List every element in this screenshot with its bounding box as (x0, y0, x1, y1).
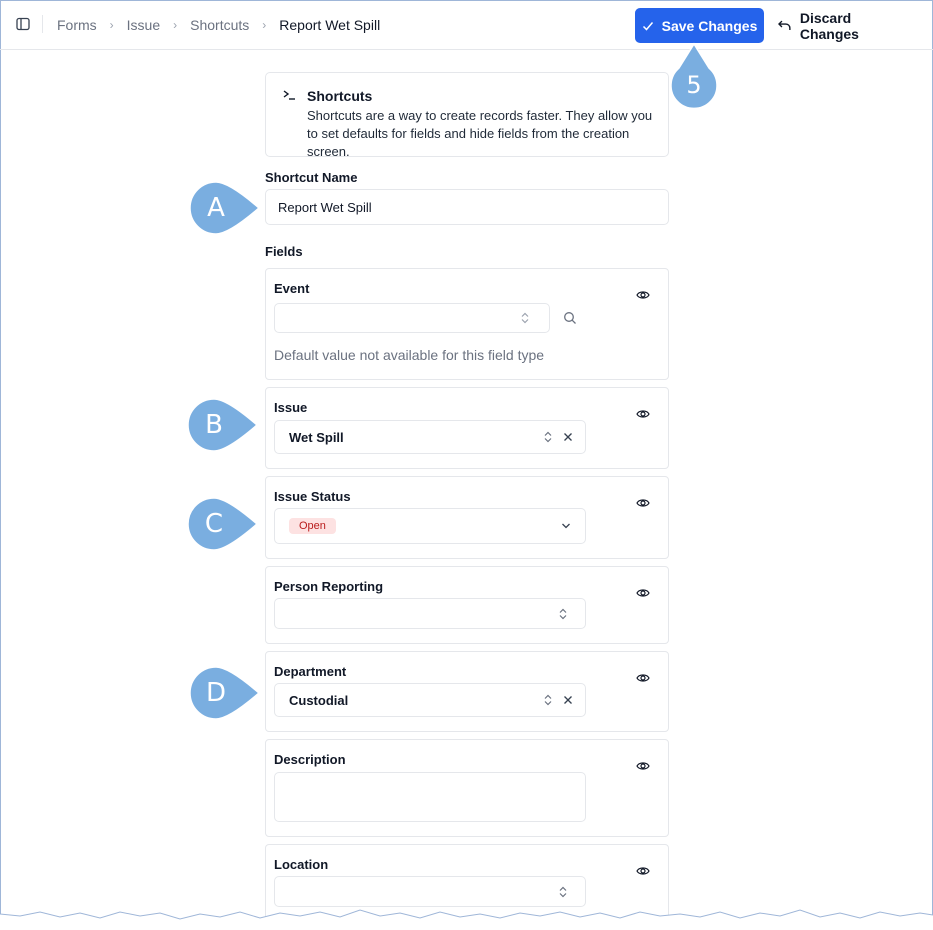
search-icon[interactable] (563, 311, 577, 325)
description-textarea[interactable] (274, 772, 586, 822)
breadcrumb-current: Report Wet Spill (279, 17, 381, 33)
breadcrumb-issue[interactable]: Issue (127, 17, 160, 33)
sort-icon (542, 431, 554, 443)
field-card-description: Description (265, 739, 669, 837)
callout-a: A (189, 181, 261, 235)
clear-icon[interactable] (562, 431, 574, 443)
chevron-right-icon: › (173, 18, 178, 32)
field-card-event: Event Default value not available for th… (265, 268, 669, 380)
fields-label: Fields (265, 244, 303, 259)
field-card-department: Department Custodial (265, 651, 669, 732)
shortcut-name-label: Shortcut Name (265, 170, 358, 185)
info-title: Shortcuts (307, 88, 373, 104)
eye-icon[interactable] (636, 586, 650, 600)
terminal-icon (283, 90, 295, 100)
sort-icon (557, 886, 569, 898)
person-reporting-select[interactable] (274, 598, 586, 629)
field-label: Location (274, 857, 329, 872)
breadcrumb: Forms › Issue › Shortcuts › Report Wet S… (57, 17, 380, 33)
field-card-issue: Issue Wet Spill (265, 387, 669, 469)
eye-icon[interactable] (636, 759, 650, 773)
divider (42, 15, 43, 33)
check-icon (642, 21, 653, 31)
field-label: Issue (274, 400, 308, 415)
chevron-down-icon (560, 520, 572, 532)
field-label: Department (274, 664, 347, 679)
save-changes-button[interactable]: Save Changes (635, 8, 764, 43)
issue-select[interactable]: Wet Spill (274, 420, 586, 454)
callout-label: D (205, 678, 227, 708)
field-label: Event (274, 281, 310, 296)
chevron-right-icon: › (262, 18, 267, 32)
sort-icon (557, 608, 569, 620)
step-callout-label: 5 (686, 71, 702, 99)
eye-icon[interactable] (636, 496, 650, 510)
issue-status-select[interactable]: Open (274, 508, 586, 544)
field-label: Issue Status (274, 489, 351, 504)
department-select[interactable]: Custodial (274, 683, 586, 717)
top-bar: Forms › Issue › Shortcuts › Report Wet S… (0, 0, 933, 50)
sort-icon (519, 312, 531, 324)
save-changes-label: Save Changes (661, 17, 758, 34)
field-label: Description (274, 752, 346, 767)
field-card-person-reporting: Person Reporting (265, 566, 669, 644)
callout-b: B (187, 398, 259, 452)
field-note: Default value not available for this fie… (274, 347, 545, 363)
breadcrumb-forms[interactable]: Forms (57, 17, 97, 33)
info-text: Shortcuts are a way to create records fa… (307, 108, 653, 159)
callout-label: A (207, 193, 225, 223)
callout-c: C (187, 497, 259, 551)
torn-edge (0, 909, 933, 930)
sort-icon (542, 694, 554, 706)
selected-value: Wet Spill (289, 429, 344, 445)
sidebar-toggle-icon[interactable] (14, 15, 32, 33)
eye-icon[interactable] (636, 407, 650, 421)
field-card-issue-status: Issue Status Open (265, 476, 669, 559)
eye-icon[interactable] (636, 671, 650, 685)
step-callout-5: 5 (669, 42, 719, 112)
status-badge: Open (289, 518, 336, 534)
eye-icon[interactable] (636, 864, 650, 878)
shortcuts-info-box: Shortcuts Shortcuts are a way to create … (265, 72, 669, 159)
selected-value: Custodial (289, 692, 349, 708)
discard-changes-label: Discard Changes (799, 9, 859, 42)
clear-icon[interactable] (562, 694, 574, 706)
callout-d: D (189, 666, 261, 720)
callout-label: C (204, 509, 224, 539)
field-label: Person Reporting (274, 579, 384, 594)
shortcut-name-input[interactable]: Report Wet Spill (265, 189, 669, 225)
undo-icon (778, 20, 791, 30)
callout-label: B (205, 410, 223, 440)
discard-changes-button[interactable]: Discard Changes (778, 8, 913, 43)
chevron-right-icon: › (109, 18, 114, 32)
breadcrumb-shortcuts[interactable]: Shortcuts (190, 17, 249, 33)
eye-icon[interactable] (636, 288, 650, 302)
event-select[interactable] (274, 303, 550, 333)
